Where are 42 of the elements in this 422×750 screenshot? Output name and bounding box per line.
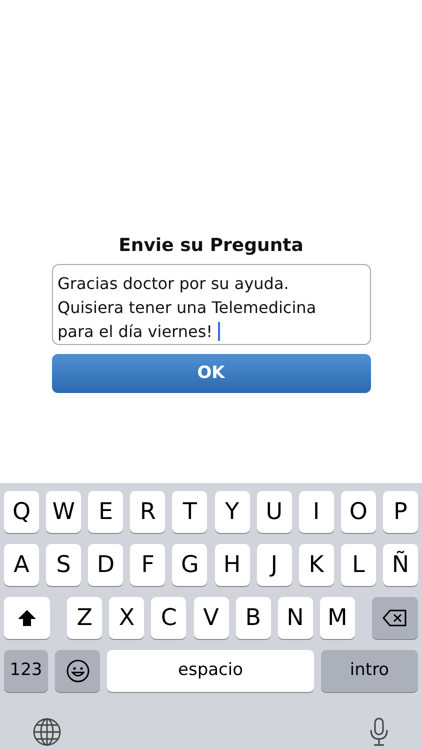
backspace-icon (382, 609, 408, 627)
globe-icon[interactable] (32, 717, 62, 747)
key[interactable]: C (151, 597, 186, 639)
ok-button[interactable]: OK (52, 354, 370, 393)
key[interactable]: R (130, 491, 166, 533)
key[interactable]: Z (67, 597, 102, 639)
shift-icon (17, 609, 37, 627)
key[interactable]: K (298, 544, 334, 586)
microphone-icon[interactable] (368, 717, 390, 747)
key[interactable]: W (46, 491, 82, 533)
question-field[interactable]: Gracias doctor por su ayuda. Quisiera tener una Telemedicina para el día viernes! (52, 264, 370, 345)
key[interactable]: F (130, 544, 166, 586)
key[interactable]: H (214, 544, 250, 586)
key[interactable]: X (109, 597, 144, 639)
key[interactable]: I (298, 491, 334, 533)
space-key[interactable]: espacio (107, 650, 314, 692)
key[interactable]: E (88, 491, 124, 533)
numbers-key[interactable]: 123 (4, 650, 48, 692)
key[interactable]: Q (4, 491, 39, 533)
key[interactable]: J (256, 544, 292, 586)
key[interactable]: G (172, 544, 208, 586)
key[interactable]: D (88, 544, 124, 586)
key[interactable]: T (172, 491, 208, 533)
key[interactable]: O (340, 491, 376, 533)
delete-key[interactable] (372, 597, 418, 639)
shift-key[interactable] (4, 597, 50, 639)
key[interactable]: N (278, 597, 313, 639)
return-key[interactable]: intro (321, 650, 418, 692)
key[interactable]: P (382, 491, 418, 533)
smiley-icon (66, 659, 90, 683)
key[interactable]: Y (214, 491, 250, 533)
key[interactable]: U (256, 491, 292, 533)
key[interactable]: B (236, 597, 271, 639)
key[interactable]: S (46, 544, 82, 586)
emoji-key[interactable] (55, 650, 100, 692)
form-title: Envie su Pregunta (118, 235, 304, 257)
text-cursor (218, 322, 220, 341)
key[interactable]: L (340, 544, 376, 586)
key[interactable]: A (4, 544, 39, 586)
key[interactable]: V (194, 597, 228, 639)
key[interactable]: M (320, 597, 355, 639)
key[interactable]: Ñ (382, 544, 418, 586)
